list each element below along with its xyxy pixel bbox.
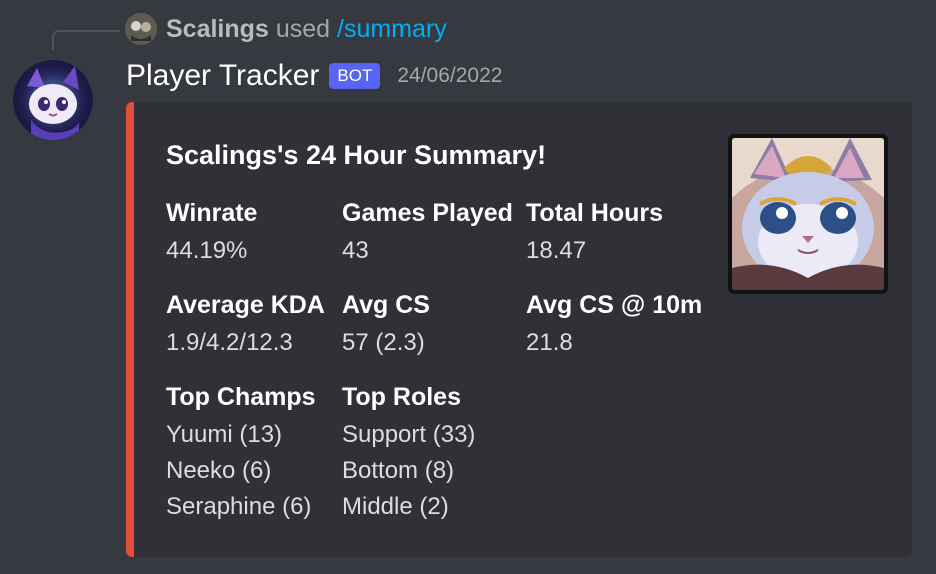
field-name: Avg CS @ 10m bbox=[526, 291, 703, 319]
bot-tag-badge: BOT bbox=[329, 63, 381, 89]
field-avg-cs-10m: Avg CS @ 10m 21.8 bbox=[526, 290, 702, 361]
field-value: 1.9/4.2/12.3 bbox=[166, 329, 293, 356]
summary-embed: Scalings's 24 Hour Summary! Winrate 44.1… bbox=[126, 102, 912, 557]
reply-user-avatar[interactable] bbox=[125, 13, 157, 45]
message-header: Player Tracker BOT 24/06/2022 bbox=[126, 56, 502, 96]
reply-connector-line bbox=[52, 30, 120, 50]
field-winrate: Winrate 44.19% bbox=[166, 198, 257, 269]
champ-entry: Seraphine (6) bbox=[166, 493, 312, 520]
field-value: 44.19% bbox=[166, 237, 248, 264]
champ-entry: Yuumi (13) bbox=[166, 421, 283, 448]
message-timestamp[interactable]: 24/06/2022 bbox=[397, 64, 502, 88]
embed-title: Scalings's 24 Hour Summary! bbox=[166, 140, 547, 170]
field-name: Top Champs bbox=[166, 383, 316, 411]
reply-used-text: used bbox=[275, 14, 331, 43]
field-name: Top Roles bbox=[342, 383, 461, 411]
field-value: Support (33) Bottom (8) Middle (2) bbox=[342, 417, 475, 525]
role-entry: Bottom (8) bbox=[342, 457, 455, 484]
field-top-roles: Top Roles Support (33) Bottom (8) Middle… bbox=[342, 382, 475, 525]
champion-thumbnail[interactable] bbox=[728, 134, 888, 294]
role-entry: Support (33) bbox=[342, 421, 476, 448]
field-name: Winrate bbox=[166, 199, 258, 227]
field-games-played: Games Played 43 bbox=[342, 198, 513, 269]
field-value: Yuumi (13) Neeko (6) Seraphine (6) bbox=[166, 417, 316, 525]
field-name: Avg CS bbox=[342, 291, 430, 319]
reply-username[interactable]: Scalings bbox=[166, 15, 269, 44]
field-total-hours: Total Hours 18.47 bbox=[526, 198, 663, 269]
field-name: Games Played bbox=[342, 199, 513, 227]
bot-avatar[interactable] bbox=[13, 60, 93, 140]
field-avg-cs: Avg CS 57 (2.3) bbox=[342, 290, 430, 361]
field-value: 18.47 bbox=[526, 237, 587, 264]
slash-command-link[interactable]: /summary bbox=[337, 15, 447, 44]
field-value: 43 bbox=[342, 237, 369, 264]
chat-message: Scalings used /summary Player Tracker BO… bbox=[0, 0, 936, 574]
field-average-kda: Average KDA 1.9/4.2/12.3 bbox=[166, 290, 325, 361]
role-entry: Middle (2) bbox=[342, 493, 449, 520]
field-name: Total Hours bbox=[526, 199, 664, 227]
field-top-champs: Top Champs Yuumi (13) Neeko (6) Seraphin… bbox=[166, 382, 316, 525]
field-name: Average KDA bbox=[166, 291, 325, 319]
field-value: 21.8 bbox=[526, 329, 573, 356]
bot-username[interactable]: Player Tracker bbox=[126, 59, 319, 93]
cat-portrait-image bbox=[732, 138, 884, 290]
reply-reference[interactable]: Scalings used /summary bbox=[125, 12, 447, 46]
champ-entry: Neeko (6) bbox=[166, 457, 272, 484]
field-value: 57 (2.3) bbox=[342, 329, 425, 356]
